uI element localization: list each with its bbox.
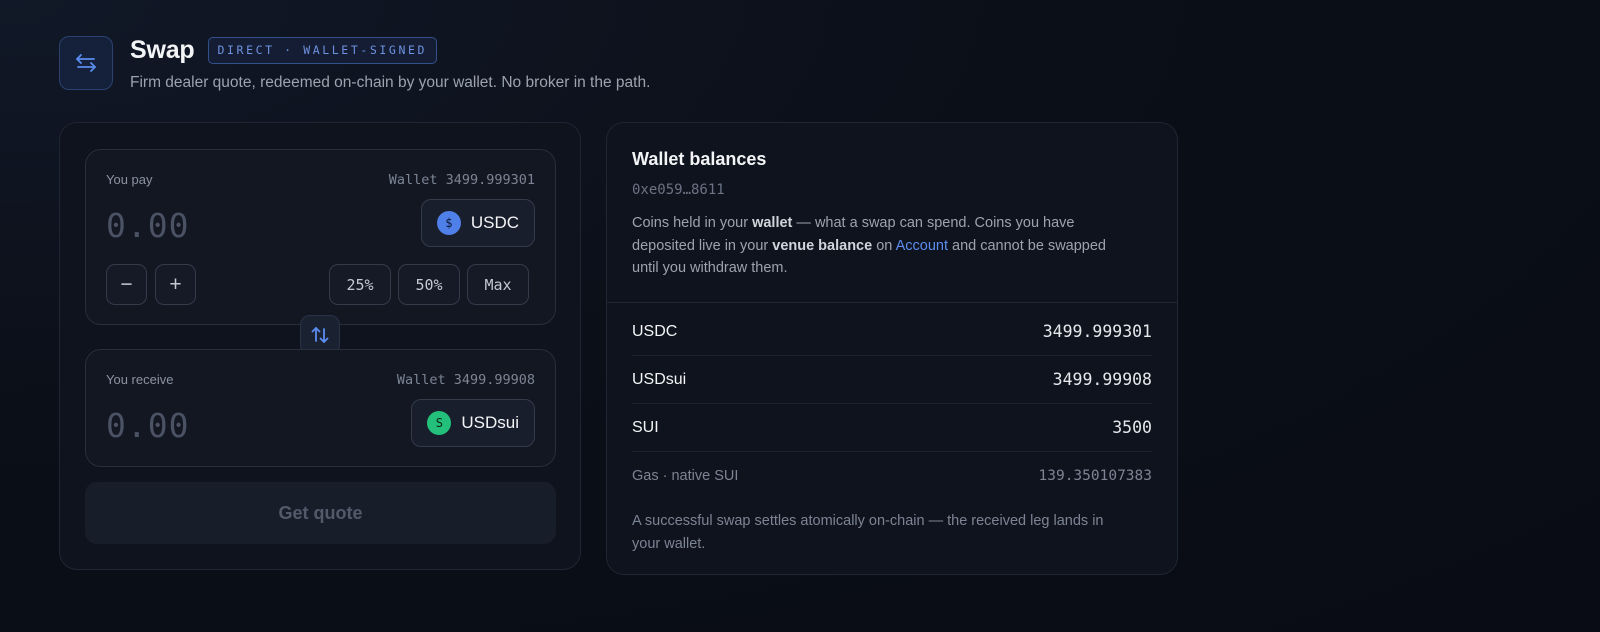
balance-row-usdc: USDC 3499.999301 xyxy=(632,308,1152,356)
wallet-address: 0xe059…8611 xyxy=(632,182,725,198)
pay-amount-input[interactable]: 0.00 xyxy=(106,206,189,245)
max-button[interactable]: Max xyxy=(467,264,529,305)
page-title: Swap xyxy=(130,35,195,64)
mode-badge: DIRECT · WALLET-SIGNED xyxy=(207,36,438,64)
pct-25-button[interactable]: 25% xyxy=(329,264,391,305)
receive-leg: You receive Wallet 3499.99908 0.00 S USD… xyxy=(85,349,556,467)
balance-token: SUI xyxy=(632,418,659,436)
balance-token: USDC xyxy=(632,322,678,340)
receive-amount-display: 0.00 xyxy=(106,406,190,445)
wallet-balances-card: Wallet balances 0xe059…8611 Coins held i… xyxy=(606,122,1178,575)
divider xyxy=(607,302,1177,303)
gas-row: Gas · native SUI 139.350107383 xyxy=(632,452,1152,500)
balance-row-sui: SUI 3500 xyxy=(632,404,1152,452)
gas-label: Gas · native SUI xyxy=(632,468,739,484)
pay-token-label: USDC xyxy=(470,213,519,232)
balance-amount: 3499.999301 xyxy=(1042,322,1152,341)
pay-leg: You pay Wallet 3499.999301 0.00 $ USDC −… xyxy=(85,149,556,325)
receive-wallet-balance: Wallet 3499.99908 xyxy=(396,372,535,388)
receive-token-label: USDsui xyxy=(461,413,519,432)
swap-card: You pay Wallet 3499.999301 0.00 $ USDC −… xyxy=(59,122,581,570)
page-subtitle: Firm dealer quote, redeemed on-chain by … xyxy=(130,74,651,91)
balances-title: Wallet balances xyxy=(632,149,767,169)
desc-bold-venue: venue balance xyxy=(772,237,873,254)
swap-vertical-icon xyxy=(311,327,329,343)
desc-text: Coins held in your xyxy=(632,215,753,231)
receive-label: You receive xyxy=(106,372,174,387)
usdsui-token-icon: S xyxy=(427,411,452,435)
page-header: Swap DIRECT · WALLET-SIGNED Firm dealer … xyxy=(59,36,650,92)
balance-amount: 3499.99908 xyxy=(1052,370,1152,389)
account-link[interactable]: Account xyxy=(896,238,948,254)
swap-arrows-icon xyxy=(59,36,113,90)
desc-bold-wallet: wallet xyxy=(752,215,793,231)
pay-token-select[interactable]: $ USDC xyxy=(420,199,535,247)
desc-text: on xyxy=(872,237,896,254)
decrement-button[interactable]: − xyxy=(106,264,147,305)
increment-button[interactable]: + xyxy=(155,264,196,305)
receive-token-select[interactable]: S USDsui xyxy=(411,399,535,447)
balance-amount: 3500 xyxy=(1112,418,1152,437)
balance-token: USDsui xyxy=(632,370,687,388)
balances-description: Coins held in your wallet — what a swap … xyxy=(632,212,1132,280)
usdc-token-icon: $ xyxy=(436,211,461,235)
gas-amount: 139.350107383 xyxy=(1038,468,1153,484)
get-quote-button[interactable]: Get quote xyxy=(85,482,556,544)
pct-50-button[interactable]: 50% xyxy=(398,264,460,305)
pay-wallet-balance: Wallet 3499.999301 xyxy=(388,172,535,188)
pay-label: You pay xyxy=(106,172,153,187)
settlement-note: A successful swap settles atomically on-… xyxy=(632,513,1104,552)
balance-row-usdsui: USDsui 3499.99908 xyxy=(632,356,1152,404)
